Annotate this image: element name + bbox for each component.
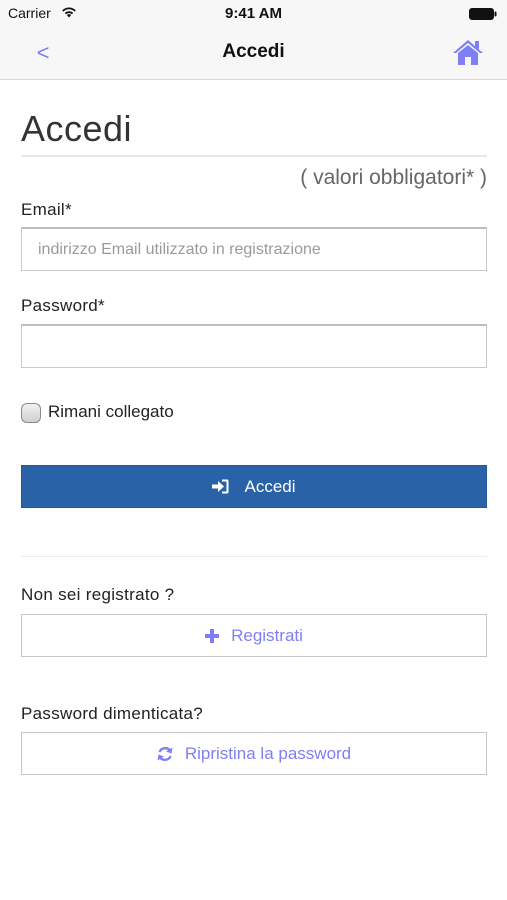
- login-button-label: Accedi: [244, 476, 296, 496]
- plus-icon: [205, 628, 220, 643]
- register-button[interactable]: Registrati: [21, 614, 487, 657]
- forgot-password-prompt: Password dimenticata?: [21, 704, 204, 723]
- title-divider: [21, 155, 487, 157]
- page-title: Accedi: [21, 108, 133, 149]
- section-divider: [21, 556, 487, 557]
- reset-password-button-label: Ripristina la password: [184, 743, 352, 763]
- nav-title: Accedi: [222, 41, 285, 62]
- remember-checkbox[interactable]: [21, 403, 41, 423]
- password-field[interactable]: [21, 324, 487, 368]
- reset-password-button[interactable]: Ripristina la password: [21, 732, 487, 775]
- email-label: Email*: [21, 200, 72, 219]
- required-note: ( valori obbligatori* ): [300, 166, 487, 189]
- refresh-icon: [157, 746, 173, 761]
- register-prompt: Non sei registrato ?: [21, 585, 175, 604]
- password-label: Password*: [21, 296, 105, 315]
- remember-label[interactable]: Rimani collegato: [48, 402, 174, 422]
- navigation-bar: < Accedi: [0, 28, 507, 80]
- status-bar: Carrier 9:41 AM: [0, 0, 507, 28]
- login-button[interactable]: Accedi: [21, 465, 487, 508]
- battery-icon: [469, 8, 497, 20]
- register-button-label: Registrati: [231, 625, 303, 645]
- home-icon[interactable]: [451, 37, 485, 67]
- sign-in-icon: [212, 479, 229, 494]
- email-field[interactable]: [21, 227, 487, 271]
- status-time: 9:41 AM: [225, 5, 282, 22]
